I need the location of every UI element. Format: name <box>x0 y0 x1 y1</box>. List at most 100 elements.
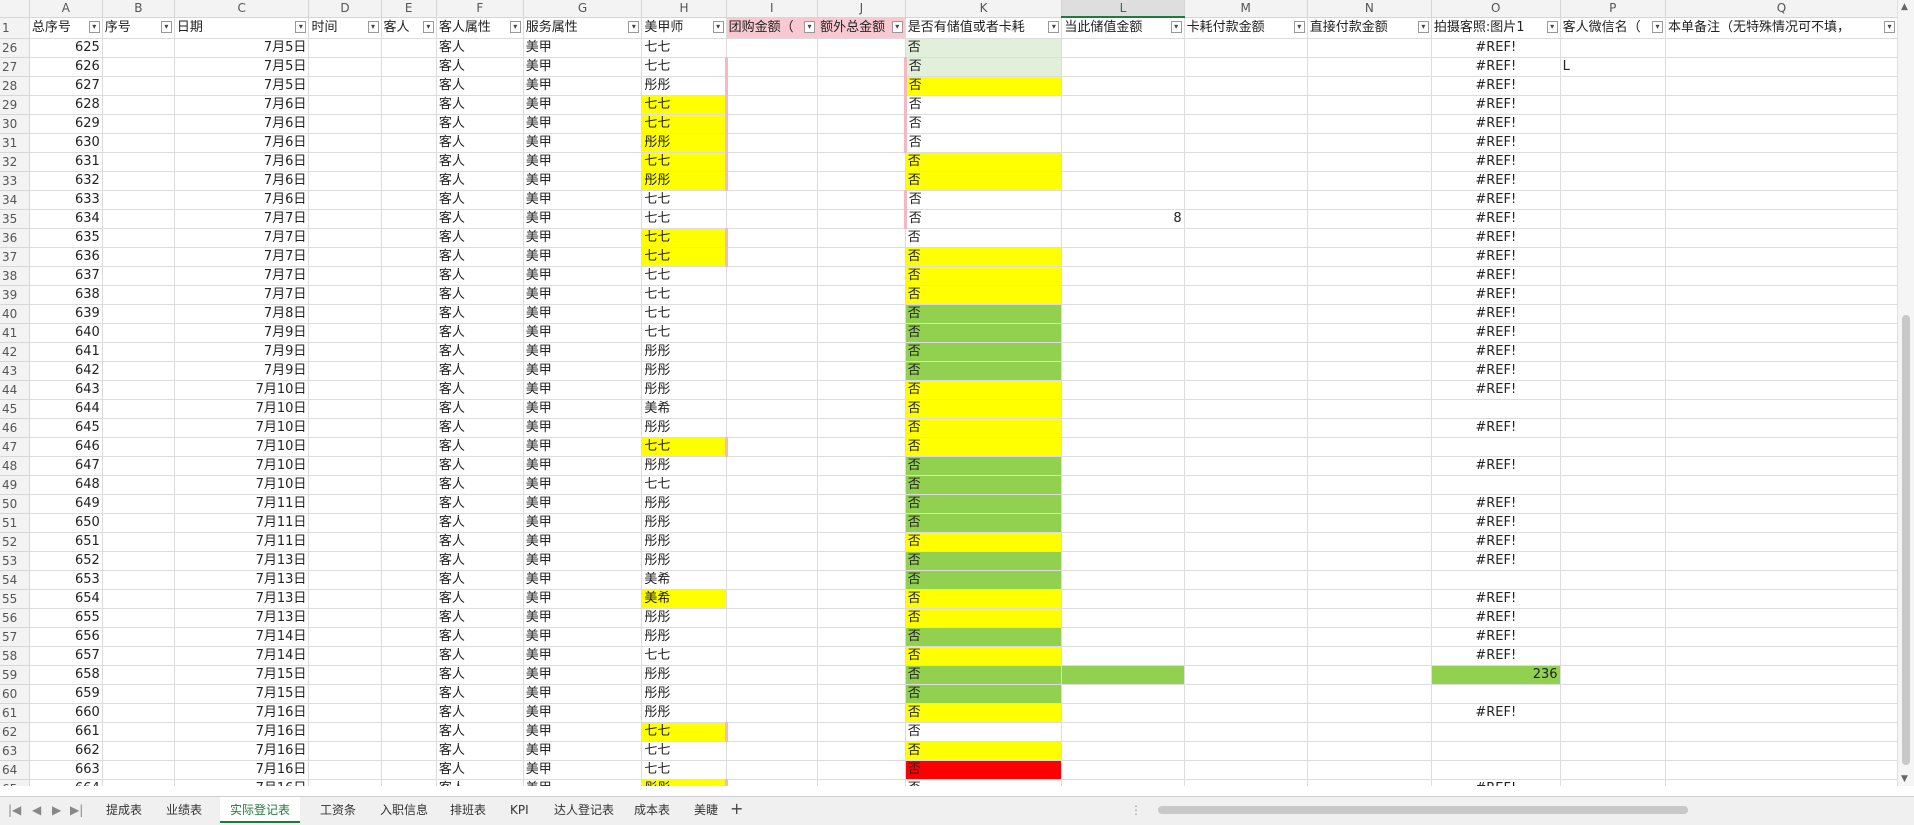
row-number[interactable]: 49 <box>0 475 30 495</box>
cell-h54[interactable]: 美希 <box>641 570 727 590</box>
cell-n55[interactable] <box>1307 589 1432 609</box>
cell-l35[interactable]: 8 <box>1061 209 1185 229</box>
row-number[interactable]: 57 <box>0 627 30 647</box>
cell-o33[interactable]: #REF! <box>1431 171 1561 191</box>
cell-o36[interactable]: #REF! <box>1431 228 1561 248</box>
cell-f48[interactable]: 客人 <box>436 456 524 476</box>
cell-d53[interactable] <box>308 551 382 571</box>
cell-f52[interactable]: 客人 <box>436 532 524 552</box>
cell-o59[interactable]: 236 <box>1431 665 1561 685</box>
cell-l62[interactable] <box>1061 722 1185 742</box>
filter-dropdown-icon[interactable]: ▾ <box>1546 20 1558 33</box>
cell-f47[interactable]: 客人 <box>436 437 524 457</box>
cell-p56[interactable] <box>1560 608 1666 628</box>
cell-i35[interactable] <box>726 209 819 229</box>
cell-h28[interactable]: 彤彤 <box>641 76 728 96</box>
cell-f36[interactable]: 客人 <box>436 228 524 248</box>
cell-n26[interactable] <box>1307 38 1432 58</box>
cell-i62[interactable] <box>726 722 819 742</box>
cell-d45[interactable] <box>308 399 382 419</box>
cell-m60[interactable] <box>1184 684 1308 704</box>
cell-q51[interactable] <box>1665 513 1898 533</box>
cell-a51[interactable]: 650 <box>29 513 103 533</box>
row-number[interactable]: 38 <box>0 266 30 286</box>
cell-d43[interactable] <box>308 361 382 381</box>
cell-k41[interactable]: 否 <box>905 323 1063 343</box>
cell-n33[interactable] <box>1307 171 1432 191</box>
cell-e65[interactable] <box>381 779 437 786</box>
cell-h44[interactable]: 彤彤 <box>641 380 727 400</box>
cell-p48[interactable] <box>1560 456 1666 476</box>
cell-h27[interactable]: 七七 <box>641 57 728 77</box>
cell-c28[interactable]: 7月5日 <box>174 76 310 96</box>
cell-e60[interactable] <box>381 684 437 704</box>
cell-n49[interactable] <box>1307 475 1432 495</box>
cell-c57[interactable]: 7月14日 <box>174 627 310 647</box>
cell-h33[interactable]: 彤彤 <box>641 171 728 191</box>
cell-j39[interactable] <box>817 285 906 305</box>
cell-i61[interactable] <box>726 703 819 723</box>
column-header-k[interactable]: K <box>905 0 1063 18</box>
cell-q48[interactable] <box>1665 456 1898 476</box>
cell-g50[interactable]: 美甲 <box>523 494 643 514</box>
cell-i65[interactable] <box>726 779 819 786</box>
cell-h45[interactable]: 美希 <box>641 399 727 419</box>
cell-k28[interactable]: 否 <box>903 76 1063 96</box>
sheet-tab-3[interactable]: 实际登记表 <box>220 797 301 823</box>
cell-h50[interactable]: 彤彤 <box>641 494 727 514</box>
cell-m57[interactable] <box>1184 627 1308 647</box>
cell-h49[interactable]: 七七 <box>641 475 727 495</box>
cell-j58[interactable] <box>817 646 906 666</box>
cell-i39[interactable] <box>726 285 819 305</box>
cell-d60[interactable] <box>308 684 382 704</box>
cell-m63[interactable] <box>1184 741 1308 761</box>
filter-dropdown-icon[interactable]: ▾ <box>295 20 307 33</box>
cell-h62[interactable]: 七七 <box>641 722 728 742</box>
cell-l50[interactable] <box>1061 494 1185 514</box>
cell-c60[interactable]: 7月15日 <box>174 684 310 704</box>
cell-g42[interactable]: 美甲 <box>523 342 643 362</box>
column-header-i[interactable]: I <box>726 0 819 18</box>
cell-n57[interactable] <box>1307 627 1432 647</box>
cell-k27[interactable]: 否 <box>903 57 1063 77</box>
cell-a39[interactable]: 638 <box>29 285 103 305</box>
sheet-tab-5[interactable]: 入职信息 <box>370 797 438 823</box>
cell-e59[interactable] <box>381 665 437 685</box>
cell-f43[interactable]: 客人 <box>436 361 524 381</box>
cell-g35[interactable]: 美甲 <box>523 209 643 229</box>
row-number[interactable]: 26 <box>0 38 30 58</box>
cell-p63[interactable] <box>1560 741 1666 761</box>
cell-o60[interactable] <box>1431 684 1561 704</box>
cell-g49[interactable]: 美甲 <box>523 475 643 495</box>
cell-n32[interactable] <box>1307 152 1432 172</box>
cell-a38[interactable]: 637 <box>29 266 103 286</box>
cell-i52[interactable] <box>726 532 819 552</box>
cell-h29[interactable]: 七七 <box>641 95 728 115</box>
cell-c27[interactable]: 7月5日 <box>174 57 310 77</box>
cell-a30[interactable]: 629 <box>29 114 103 134</box>
cell-l33[interactable] <box>1061 171 1185 191</box>
cell-i45[interactable] <box>726 399 819 419</box>
cell-j60[interactable] <box>817 684 906 704</box>
cell-q59[interactable] <box>1665 665 1898 685</box>
cell-m37[interactable] <box>1184 247 1308 267</box>
cell-l44[interactable] <box>1061 380 1185 400</box>
cell-p41[interactable] <box>1560 323 1666 343</box>
cell-k50[interactable]: 否 <box>905 494 1063 514</box>
cell-d56[interactable] <box>308 608 382 628</box>
cell-i37[interactable] <box>726 247 819 267</box>
cell-k36[interactable]: 否 <box>905 228 1063 248</box>
cell-g64[interactable]: 美甲 <box>523 760 643 780</box>
cell-m48[interactable] <box>1184 456 1308 476</box>
cell-l37[interactable] <box>1061 247 1185 267</box>
cell-c36[interactable]: 7月7日 <box>174 228 310 248</box>
cell-d64[interactable] <box>308 760 382 780</box>
cell-h58[interactable]: 七七 <box>641 646 727 666</box>
cell-d49[interactable] <box>308 475 382 495</box>
cell-i33[interactable] <box>726 171 819 191</box>
cell-i53[interactable] <box>726 551 819 571</box>
cell-b64[interactable] <box>102 760 175 780</box>
cell-j43[interactable] <box>817 361 906 381</box>
cell-i54[interactable] <box>726 570 819 590</box>
cell-d29[interactable] <box>308 95 382 115</box>
